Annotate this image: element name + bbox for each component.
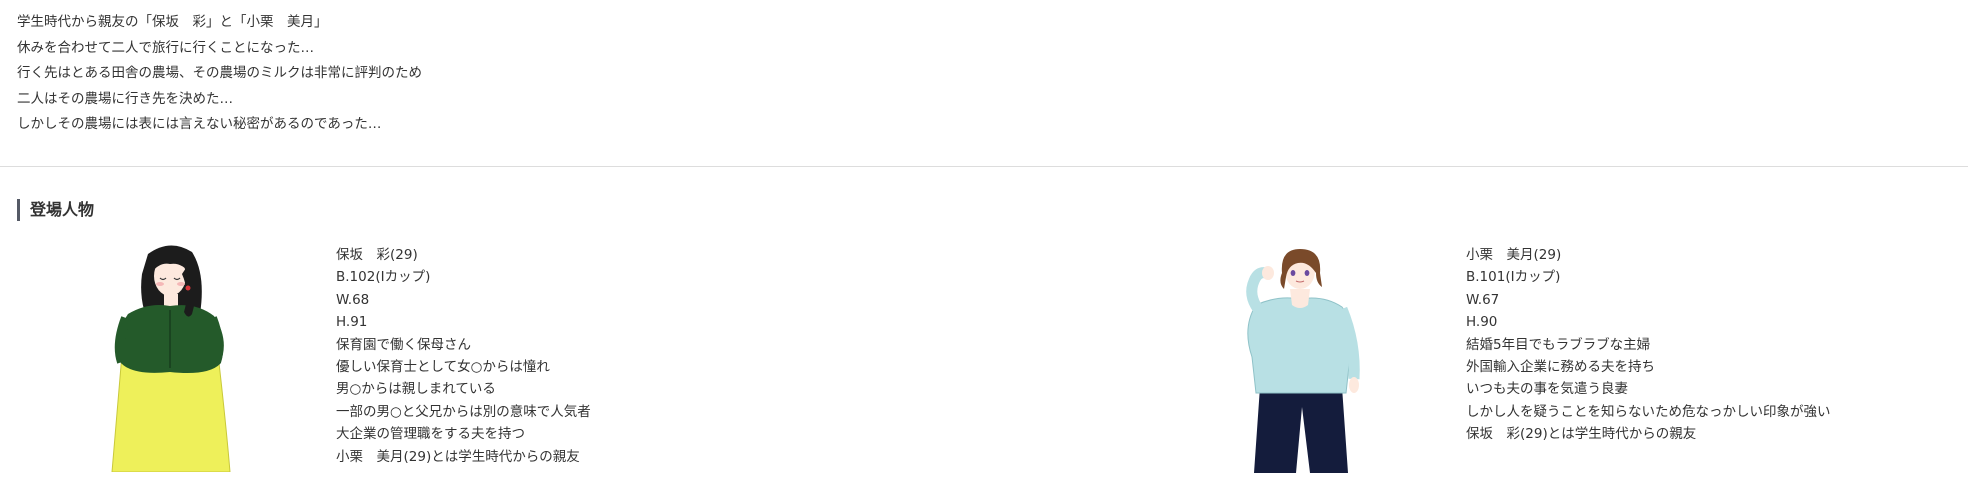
synopsis-line: 学生時代から親友の「保坂 彩」と「小栗 美月」 (17, 14, 328, 30)
profile-line: 保育園で働く保母さん (336, 336, 471, 353)
profile-line: B.102(Iカップ) (336, 269, 431, 286)
profile-line: 小栗 美月(29) (1466, 247, 1562, 263)
character-illustration-mizuki (1238, 247, 1368, 473)
synopsis-line: 休みを合わせて二人で旅行に行くことになった… (17, 39, 314, 56)
character-profile-mizuki: 小栗 美月(29) B.101(Iカップ) W.67 H.90 結婚5年目でもラ… (1466, 244, 1831, 446)
profile-line: 結婚5年目でもラブラブな主婦 (1466, 336, 1651, 353)
section-heading-characters: 登場人物 (17, 199, 94, 221)
synopsis-line: 行く先はとある田舎の農場、その農場のミルクは非常に評判のため (17, 65, 422, 81)
section-divider (0, 166, 1968, 167)
profile-line: 小栗 美月(29)とは学生時代からの親友 (336, 448, 580, 465)
synopsis-text: 学生時代から親友の「保坂 彩」と「小栗 美月」 休みを合わせて二人で旅行に行くこ… (17, 10, 422, 138)
character-mizuki-drawing (1246, 249, 1360, 473)
profile-line: 一部の男○と父兄からは別の意味で人気者 (336, 403, 591, 420)
character-illustration-aya (108, 244, 236, 472)
synopsis-line: しかしその農場には表には言えない秘密があるのであった… (17, 116, 382, 132)
profile-line: H.90 (1466, 314, 1498, 331)
profile-line: 外国輸入企業に務める夫を持ち (1466, 359, 1655, 376)
profile-line: いつも夫の事を気遣う良妻 (1466, 381, 1628, 398)
profile-line: H.91 (336, 314, 368, 331)
profile-line: 優しい保育士として女○からは憧れ (336, 359, 550, 376)
synopsis-line: 二人はその農場に行き先を決めた… (17, 90, 233, 107)
profile-line: 大企業の管理職をする夫を持つ (336, 426, 525, 443)
profile-line: 保坂 彩(29)とは学生時代からの親友 (1466, 426, 1697, 443)
profile-line: 男○からは親しまれている (336, 381, 496, 398)
character-aya-drawing (111, 245, 231, 472)
profile-line: B.101(Iカップ) (1466, 269, 1561, 286)
profile-line: 保坂 彩(29) (336, 247, 418, 263)
profile-line: W.68 (336, 291, 370, 308)
character-profile-aya: 保坂 彩(29) B.102(Iカップ) W.68 H.91 保育園で働く保母さ… (336, 244, 591, 468)
profile-line: W.67 (1466, 291, 1500, 308)
profile-line: しかし人を疑うことを知らないため危なっかしい印象が強い (1466, 403, 1831, 420)
